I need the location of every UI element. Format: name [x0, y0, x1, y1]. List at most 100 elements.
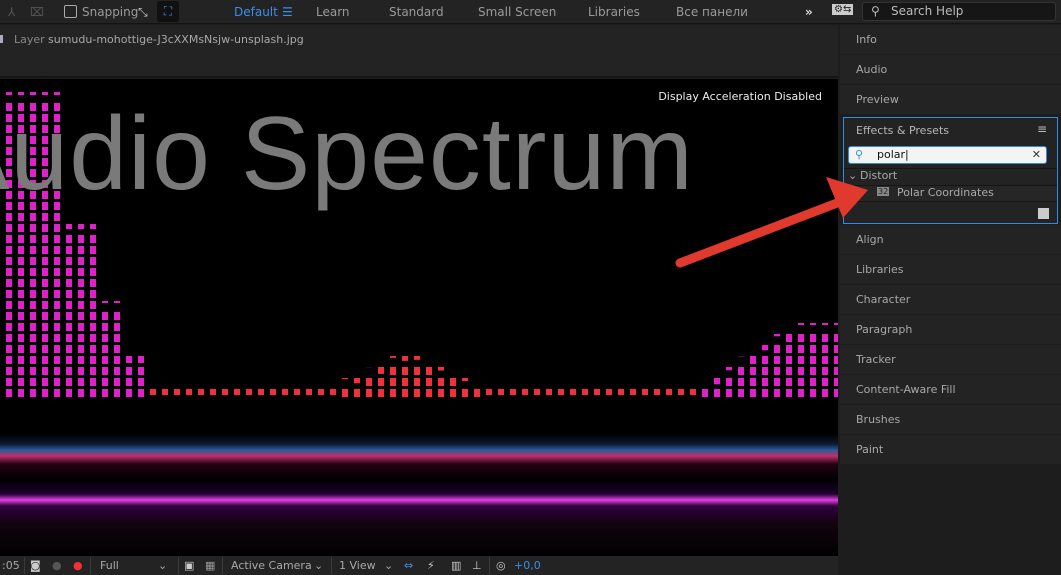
snap-edges-icon[interactable]: ⤡ — [138, 5, 148, 20]
search-help-input[interactable]: ⚲ Search Help — [862, 2, 1056, 21]
spectrum-bar-segment — [18, 367, 24, 375]
spectrum-bar-segment — [54, 213, 60, 221]
panel-paragraph[interactable]: Paragraph — [840, 315, 1061, 344]
effects-search-input[interactable]: ⚲ polar| ✕ — [848, 146, 1047, 164]
spectrum-bar-segment — [798, 356, 804, 364]
spectrum-bar-segment — [102, 323, 108, 331]
fast-previews-icon[interactable]: ⚡ — [427, 559, 435, 572]
spectrum-bar-segment — [822, 356, 828, 364]
spectrum-bar-segment — [126, 367, 132, 375]
search-icon: ⚲ — [871, 4, 880, 18]
spectrum-bar-segment — [18, 378, 24, 386]
spectrum-bar-segment — [114, 334, 120, 342]
view-layout-dropdown[interactable]: 1 View — [339, 559, 376, 572]
spectrum-bar-segment — [774, 389, 780, 397]
spectrum-bar-segment — [54, 389, 60, 397]
spectrum-bar-segment — [798, 389, 804, 397]
spectrum-bar-segment — [822, 323, 828, 325]
spectrum-bar-segment — [786, 345, 792, 353]
effect-category-distort[interactable]: ⌄ Distort — [844, 168, 1057, 185]
spectrum-bar-segment — [90, 378, 96, 386]
spectrum-bar-segment — [90, 312, 96, 320]
spectrum-bar-segment — [66, 367, 72, 375]
spectrum-bar-segment — [618, 389, 624, 395]
exposure-value[interactable]: +0,0 — [514, 559, 541, 572]
spectrum-bar-segment — [66, 268, 72, 276]
spectrum-bar-segment — [378, 389, 384, 397]
spectrum-bar-segment — [18, 345, 24, 353]
spectrum-bar-segment — [138, 356, 144, 363]
spectrum-bar-segment — [102, 345, 108, 353]
new-bin-icon[interactable] — [1038, 208, 1049, 219]
spectrum-bar-segment — [78, 257, 84, 265]
panel-preview[interactable]: Preview — [840, 85, 1061, 114]
toggle-pixel-aspect-icon[interactable]: ⇔ — [404, 559, 413, 572]
spectrum-bar-segment — [546, 389, 552, 395]
layer-tab[interactable]: sumudu-mohottige-J3cXXMsNsjw-unsplash.jp… — [48, 33, 304, 46]
workspace-all-panels[interactable]: Все панели — [676, 5, 748, 19]
panel-paint[interactable]: Paint — [840, 435, 1061, 464]
workspace-standard[interactable]: Standard — [389, 5, 444, 19]
panel-tracker[interactable]: Tracker — [840, 345, 1061, 374]
spectrum-bar-segment — [90, 268, 96, 276]
spectrum-bar-segment — [54, 301, 60, 309]
spectrum-bar-segment — [402, 378, 408, 386]
chevron-down-icon: ⌄ — [314, 559, 324, 572]
spectrum-bar-segment — [6, 213, 12, 221]
spectrum-bar-segment — [186, 389, 192, 395]
spectrum-bar-segment — [270, 389, 276, 395]
panel-libraries[interactable]: Libraries — [840, 255, 1061, 284]
channels-icon[interactable]: ● — [73, 559, 83, 572]
spectrum-bar-segment — [426, 389, 432, 397]
spectrum-bar-segment — [78, 279, 84, 287]
pin-tool-icon[interactable]: ⌧ — [30, 5, 44, 19]
spectrum-bar-segment — [222, 389, 228, 395]
panel-info[interactable]: Info — [840, 25, 1061, 54]
workspace-menu-icon[interactable]: ☰ — [282, 5, 293, 19]
spectrum-bar-segment — [798, 323, 804, 325]
workspace-small-screen[interactable]: Small Screen — [478, 5, 556, 19]
spectrum-bar-segment — [162, 389, 168, 395]
timecode[interactable]: :05 — [2, 559, 20, 572]
snapping-checkbox[interactable] — [64, 5, 77, 18]
workspace-default[interactable]: Default — [234, 5, 278, 19]
panel-brushes[interactable]: Brushes — [840, 405, 1061, 434]
transparency-grid-icon[interactable]: ▦ — [205, 559, 215, 572]
spectrum-bar-segment — [66, 257, 72, 265]
spectrum-bar-segment — [54, 345, 60, 353]
spectrum-bar-segment — [18, 312, 24, 320]
spectrum-bar-segment — [54, 246, 60, 254]
composition-viewer[interactable]: Audio Spectrum Display Acceleration Disa… — [0, 79, 838, 556]
exposure-icon[interactable]: ◎ — [496, 559, 506, 572]
snapshot-icon[interactable]: ◙ — [30, 559, 41, 572]
workspace-learn[interactable]: Learn — [316, 5, 350, 19]
spectrum-bar-segment — [66, 378, 72, 386]
panel-content-aware-fill[interactable]: Content-Aware Fill — [840, 375, 1061, 404]
spectrum-bar-segment — [18, 334, 24, 342]
more-workspaces-icon[interactable]: » — [805, 5, 813, 19]
panel-menu-icon[interactable]: ≡ — [1037, 122, 1047, 136]
spectrum-bar-segment — [450, 378, 456, 386]
panel-audio[interactable]: Audio — [840, 55, 1061, 84]
timeline-icon[interactable]: ▥ — [451, 559, 461, 572]
spectrum-bar-segment — [30, 246, 36, 254]
workspace-libraries[interactable]: Libraries — [588, 5, 640, 19]
puppet-tool-icon[interactable]: ⅄ — [8, 5, 15, 19]
clear-search-icon[interactable]: ✕ — [1032, 147, 1041, 163]
camera-dropdown[interactable]: Active Camera — [231, 559, 312, 572]
flowchart-icon[interactable]: ⊥ — [472, 559, 482, 572]
spectrum-bar-segment — [114, 356, 120, 364]
resolution-dropdown[interactable]: Full — [100, 559, 119, 572]
region-of-interest-icon[interactable]: ▣ — [184, 559, 194, 572]
spectrum-bar-segment — [462, 389, 468, 397]
focus-toggle-icon[interactable]: ⛶ — [157, 1, 179, 22]
spectrum-bar-segment — [114, 367, 120, 375]
panel-character[interactable]: Character — [840, 285, 1061, 314]
spectrum-bar-segment — [66, 235, 72, 243]
effect-polar-coordinates[interactable]: 32 Polar Coordinates — [844, 185, 1057, 202]
panel-align[interactable]: Align — [840, 225, 1061, 254]
sync-settings-icon[interactable]: ⚙⇆ — [832, 4, 854, 15]
spectrum-bar-segment — [78, 301, 84, 309]
spectrum-bar-segment — [822, 378, 828, 386]
show-snapshot-icon[interactable]: ● — [52, 559, 62, 572]
